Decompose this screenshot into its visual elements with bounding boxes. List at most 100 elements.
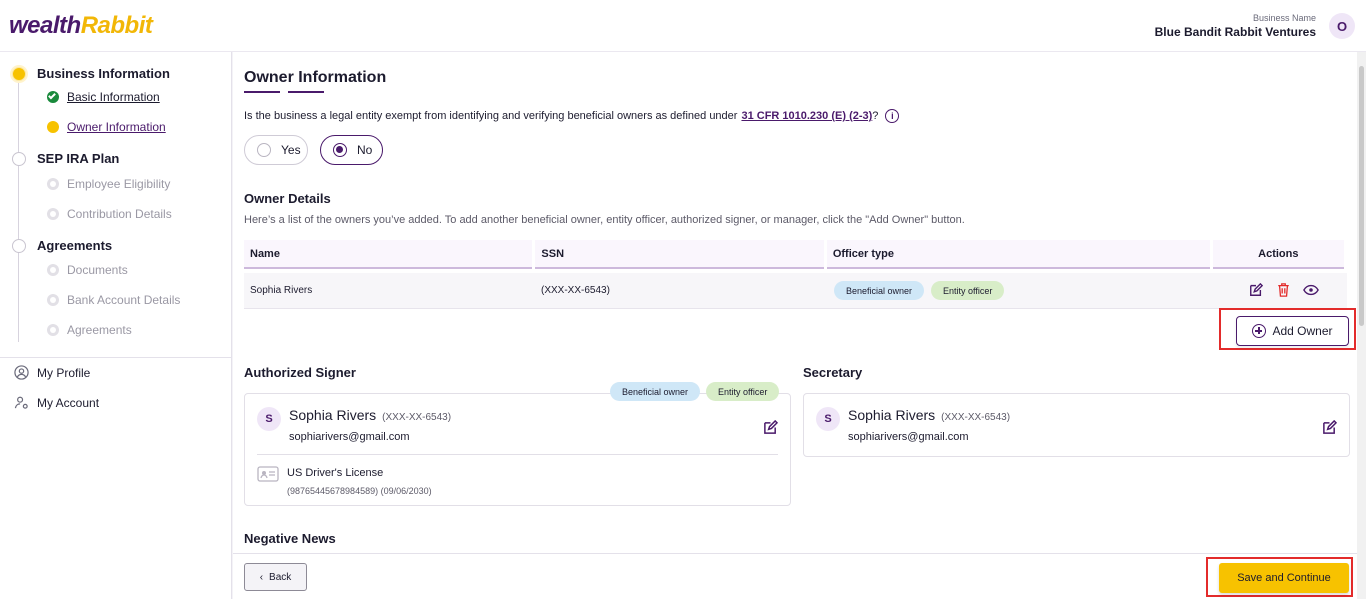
step-pending-indicator [12,151,26,166]
nav-label: My Account [37,395,100,410]
signer-name: Sophia Rivers [289,407,377,423]
cell-ssn: (XXX-XX-6543) [541,285,610,296]
owner-details-description: Here’s a list of the owners you’ve added… [244,214,965,226]
substep-employee-eligibility[interactable]: Employee Eligibility [47,177,170,191]
avatar: S [816,407,840,431]
edit-icon[interactable] [1322,419,1338,440]
substep-label: Documents [67,263,128,277]
substep-basic-information[interactable]: Basic Information [47,90,160,104]
secretary-card: S Sophia Rivers (XXX-XX-6543) sophiariver… [803,393,1350,457]
signer-email: sophiarivers@gmail.com [289,431,410,443]
avatar: S [257,407,281,431]
step-pending-indicator [12,238,26,253]
page-title: Owner Information [244,69,387,86]
step-sep-ira-plan[interactable]: SEP IRA Plan [12,151,119,166]
step-label: Business Information [37,66,170,81]
authorized-signer-title: Authorized Signer [244,365,356,380]
substep-bank-account-details[interactable]: Bank Account Details [47,293,180,307]
delete-icon[interactable] [1275,282,1291,298]
column-header-officer-type: Officer type [826,240,1210,269]
badge-beneficial-owner: Beneficial owner [834,281,925,300]
step-connector [18,252,19,342]
signer-ssn: (XXX-XX-6543) [382,412,452,423]
secretary-name: Sophia Rivers [848,407,936,423]
signer-name-line: Sophia Rivers (XXX-XX-6543) [289,407,451,423]
column-header-name: Name [244,240,533,269]
column-header-ssn: SSN [535,240,824,269]
substep-owner-information[interactable]: Owner Information [47,120,166,134]
button-label: Save and Continue [1237,572,1331,584]
current-step-dot-icon [47,121,59,133]
sidebar-divider [0,357,231,358]
license-type: US Driver's License [287,467,384,479]
substep-agreements[interactable]: Agreements [47,323,132,337]
step-label: Agreements [37,238,113,253]
authorized-signer-card: Beneficial owner Entity officer S Sophia… [244,382,791,506]
add-owner-button[interactable]: Add Owner [1236,316,1349,346]
plus-circle-icon [1252,324,1267,338]
pending-dot-icon [47,324,59,336]
substep-documents[interactable]: Documents [47,263,128,277]
wealthrabbit-logo[interactable]: wealthRabbit [9,12,153,40]
substep-label: Employee Eligibility [67,177,171,191]
business-name-value: Blue Bandit Rabbit Ventures [1154,25,1316,39]
secretary-title: Secretary [803,365,863,380]
card-divider [257,454,778,455]
save-and-continue-button[interactable]: Save and Continue [1219,563,1349,593]
sidebar: Business Information Basic Information O… [0,52,232,599]
nav-my-profile[interactable]: My Profile [14,365,90,380]
radio-label: Yes [281,143,301,157]
step-label: SEP IRA Plan [37,151,120,166]
footer-bar: ‹ Back Save and Continue [233,553,1357,599]
secretary-email: sophiarivers@gmail.com [848,431,969,443]
question-suffix: ? [872,110,879,122]
radio-yes[interactable]: Yes [244,135,308,165]
exemption-question: Is the business a legal entity exempt fr… [244,109,900,123]
radio-circle-icon [257,143,271,157]
nav-my-account[interactable]: My Account [14,395,99,410]
user-settings-icon [14,396,28,409]
secretary-name-line: Sophia Rivers (XXX-XX-6543) [848,407,1010,423]
substep-label: Contribution Details [67,207,172,221]
step-connector [18,82,19,154]
vertical-scrollbar[interactable] [1357,52,1366,599]
button-label: Back [269,571,292,583]
edit-icon[interactable] [1248,282,1264,298]
button-label: Add Owner [1272,324,1333,338]
pending-dot-icon [47,178,59,190]
substep-label: Basic Information [67,90,160,104]
badge-beneficial-owner: Beneficial owner [610,382,701,401]
pending-dot-icon [47,294,59,306]
id-card-icon [257,466,279,487]
badge-entity-officer: Entity officer [931,281,1005,300]
substep-label: Owner Information [67,120,166,134]
back-button[interactable]: ‹ Back [244,563,307,591]
substep-label: Bank Account Details [67,293,181,307]
license-detail: (98765445678984589) (09/06/2030) [287,486,432,496]
view-eye-icon[interactable] [1303,282,1319,298]
check-circle-icon [47,91,59,103]
negative-news-title: Negative News [244,531,336,546]
pending-dot-icon [47,208,59,220]
business-name-block: Business Name Blue Bandit Rabbit Venture… [1155,13,1316,39]
user-avatar[interactable]: O [1329,13,1355,39]
info-icon[interactable]: i [885,109,900,123]
step-agreements[interactable]: Agreements [12,238,112,253]
substep-contribution-details[interactable]: Contribution Details [47,207,172,221]
cfr-link[interactable]: 31 CFR 1010.230 (E) (2-3) [741,110,872,122]
cell-name: Sophia Rivers [250,285,313,296]
step-business-information[interactable]: Business Information [12,66,170,81]
top-bar: wealthRabbit Business Name Blue Bandit R… [0,0,1366,52]
owners-table-header: Name SSN Officer type Actions [244,240,1347,269]
badge-entity-officer: Entity officer [706,382,780,401]
table-row: Sophia Rivers (XXX-XX-6543) Beneficial o… [244,273,1347,309]
edit-icon[interactable] [763,419,779,440]
secretary-ssn: (XXX-XX-6543) [941,412,1011,423]
scrollbar-thumb[interactable] [1359,66,1364,326]
radio-label: No [357,143,373,157]
radio-no[interactable]: No [320,135,383,165]
owner-details-title: Owner Details [244,191,331,206]
user-circle-icon [14,365,29,380]
question-text: Is the business a legal entity exempt fr… [244,110,738,122]
step-active-indicator [12,66,26,81]
